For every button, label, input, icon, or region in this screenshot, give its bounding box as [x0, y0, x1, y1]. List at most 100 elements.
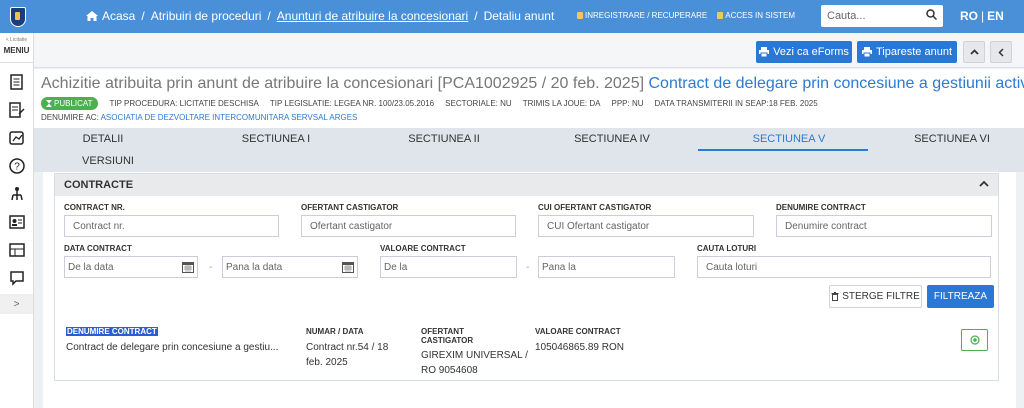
- coat-of-arms-icon: [10, 6, 26, 27]
- cauta-loturi-label: CAUTA LOTURI: [697, 244, 757, 253]
- tab-detalii[interactable]: DETALII: [67, 133, 139, 145]
- tab-sectiunea-v[interactable]: SECTIUNEA V: [732, 133, 846, 145]
- result-valoare: 105046865.89 RON: [535, 342, 624, 353]
- result-numar-header: NUMAR / DATA: [306, 327, 364, 336]
- breadcrumb-detaliu: Detaliu anunt: [483, 9, 555, 23]
- edit-list-icon[interactable]: [0, 96, 33, 124]
- chat-icon[interactable]: [0, 264, 33, 292]
- section-tabs: DETALII SECTIUNEA I SECTIUNEA II SECTIUN…: [34, 128, 1024, 172]
- tab-sectiunea-vi[interactable]: SECTIUNEA VI: [902, 133, 1002, 145]
- cui-label: CUI OFERTANT CASTIGATOR: [538, 203, 652, 212]
- contracting-authority: DENUMIRE AC: ASOCIATIA DE DEZVOLTARE INT…: [41, 113, 1024, 122]
- chevron-up-icon: [969, 49, 979, 55]
- data-from-input[interactable]: [68, 261, 197, 273]
- help-icon[interactable]: ?: [0, 152, 33, 180]
- cauta-loturi-input[interactable]: [706, 261, 990, 273]
- search-box: [821, 5, 943, 27]
- contract-nr-field: [64, 215, 279, 237]
- valoare-from-field: [380, 256, 517, 278]
- tab-sectiunea-ii[interactable]: SECTIUNEA II: [394, 133, 494, 145]
- sidebar-back-label: < Licitatie: [5, 37, 28, 43]
- id-card-icon[interactable]: [0, 208, 33, 236]
- notice-header: Achizitie atribuita prin anunt de atribu…: [34, 69, 1024, 129]
- ofertant-input[interactable]: [310, 220, 515, 232]
- chevron-up-icon[interactable]: [979, 180, 989, 187]
- filter-button[interactable]: FILTREAZA: [927, 285, 994, 308]
- menu-label: MENIU: [3, 46, 30, 55]
- contracts-heading: CONTRACTE: [64, 179, 134, 191]
- valoare-from-input[interactable]: [384, 261, 516, 273]
- ac-link[interactable]: ASOCIATIA DE DEZVOLTARE INTERCOMUNITARA …: [101, 113, 358, 122]
- data-to-input[interactable]: [226, 261, 357, 273]
- cui-input[interactable]: [547, 220, 753, 232]
- breadcrumb-atribuiri[interactable]: Atribuiri de proceduri: [151, 9, 262, 23]
- result-ofertant-header-1: OFERTANT: [421, 327, 464, 336]
- sidebar-header[interactable]: < Licitatie MENIU: [0, 33, 33, 63]
- calendar-icon[interactable]: [342, 261, 354, 273]
- meta-legislation: TIP LEGISLATIE: LEGEA NR. 100/23.05.2016: [269, 99, 435, 108]
- contract-nr-label: CONTRACT NR.: [64, 203, 125, 212]
- tab-sectiunea-i[interactable]: SECTIUNEA I: [226, 133, 326, 145]
- title-contract-link[interactable]: Contract de delegare prin concesiune a g…: [649, 75, 1024, 92]
- tab-versiuni[interactable]: VERSIUNI: [67, 155, 149, 167]
- login-link-label: ACCES IN SISTEM: [725, 11, 796, 20]
- cauta-loturi-field: [697, 256, 991, 278]
- back-button[interactable]: [990, 41, 1012, 63]
- tree-icon[interactable]: [0, 180, 33, 208]
- trash-icon: [831, 292, 839, 301]
- contracts-panel-header[interactable]: CONTRACTE: [55, 174, 998, 196]
- print-icon: [759, 47, 770, 57]
- dashboard-icon[interactable]: [0, 236, 33, 264]
- result-numar-line-1: Contract nr.54 / 18: [306, 342, 389, 353]
- result-ofertant-header-2: CASTIGATOR: [421, 336, 474, 345]
- data-contract-label: DATA CONTRACT: [64, 244, 132, 253]
- logo[interactable]: [0, 0, 36, 33]
- view-eforms-label: Vezi ca eForms: [773, 46, 849, 58]
- ofertant-label: OFERTANT CASTIGATOR: [301, 203, 399, 212]
- contract-nr-input[interactable]: [73, 220, 278, 232]
- view-eforms-button[interactable]: Vezi ca eForms: [756, 41, 852, 63]
- calendar-icon[interactable]: [182, 261, 194, 273]
- valoare-to-input[interactable]: [542, 261, 674, 273]
- actions-bar: Vezi ca eForms Tipareste anunt: [34, 33, 1024, 68]
- chart-icon[interactable]: [0, 124, 33, 152]
- sidebar: < Licitatie MENIU ? >: [0, 33, 34, 408]
- register-link[interactable]: INREGISTRARE / RECUPERARE: [577, 11, 707, 20]
- page-title: Achizitie atribuita prin anunt de atribu…: [41, 75, 1024, 93]
- collapse-button[interactable]: [963, 41, 985, 63]
- lang-en[interactable]: EN: [987, 9, 1004, 23]
- value-range-dash: -: [526, 262, 530, 273]
- meta-sectoral: SECTORIALE: NU: [445, 99, 512, 108]
- breadcrumb-home[interactable]: Acasa: [102, 9, 135, 23]
- print-icon: [861, 47, 872, 57]
- home-icon[interactable]: [86, 11, 98, 21]
- print-notice-label: Tipareste anunt: [875, 46, 953, 58]
- chevron-left-icon: [998, 47, 1004, 57]
- clear-filters-button[interactable]: STERGE FILTRE: [829, 285, 922, 308]
- search-icon[interactable]: [926, 9, 938, 23]
- result-numar-line-2: feb. 2025: [306, 357, 348, 368]
- ofertant-field: [301, 215, 516, 237]
- search-input[interactable]: [827, 10, 917, 22]
- top-bar: Acasa / Atribuiri de proceduri / Anuntur…: [0, 0, 1024, 33]
- view-contract-button[interactable]: [961, 329, 988, 351]
- data-from-field: [64, 256, 198, 278]
- print-notice-button[interactable]: Tipareste anunt: [857, 41, 957, 63]
- sidebar-expand-button[interactable]: >: [0, 294, 33, 314]
- tab-sectiunea-iv[interactable]: SECTIUNEA IV: [562, 133, 662, 145]
- cui-field: [538, 215, 754, 237]
- lock-icon: [717, 12, 724, 19]
- data-to-field: [222, 256, 358, 278]
- breadcrumb: Acasa / Atribuiri de proceduri / Anuntur…: [86, 9, 554, 23]
- meta-joue: TRIMIS LA JOUE: DA: [522, 99, 601, 108]
- meta-transmission-date: DATA TRANSMITERII IN SEAP:18 FEB. 2025: [654, 99, 818, 108]
- lang-ro[interactable]: RO: [960, 9, 978, 23]
- document-icon[interactable]: [0, 68, 33, 96]
- notice-meta: PUBLICAT TIP PROCEDURA: LICITATIE DESCHI…: [41, 97, 1024, 110]
- lock-icon: [577, 12, 583, 19]
- breadcrumb-anunturi[interactable]: Anunturi de atribuire la concesionari: [277, 9, 468, 23]
- login-link[interactable]: ACCES IN SISTEM: [717, 11, 795, 20]
- denumire-input[interactable]: [785, 220, 991, 232]
- language-switch: RO | EN: [960, 9, 1004, 23]
- denumire-label: DENUMIRE CONTRACT: [776, 203, 866, 212]
